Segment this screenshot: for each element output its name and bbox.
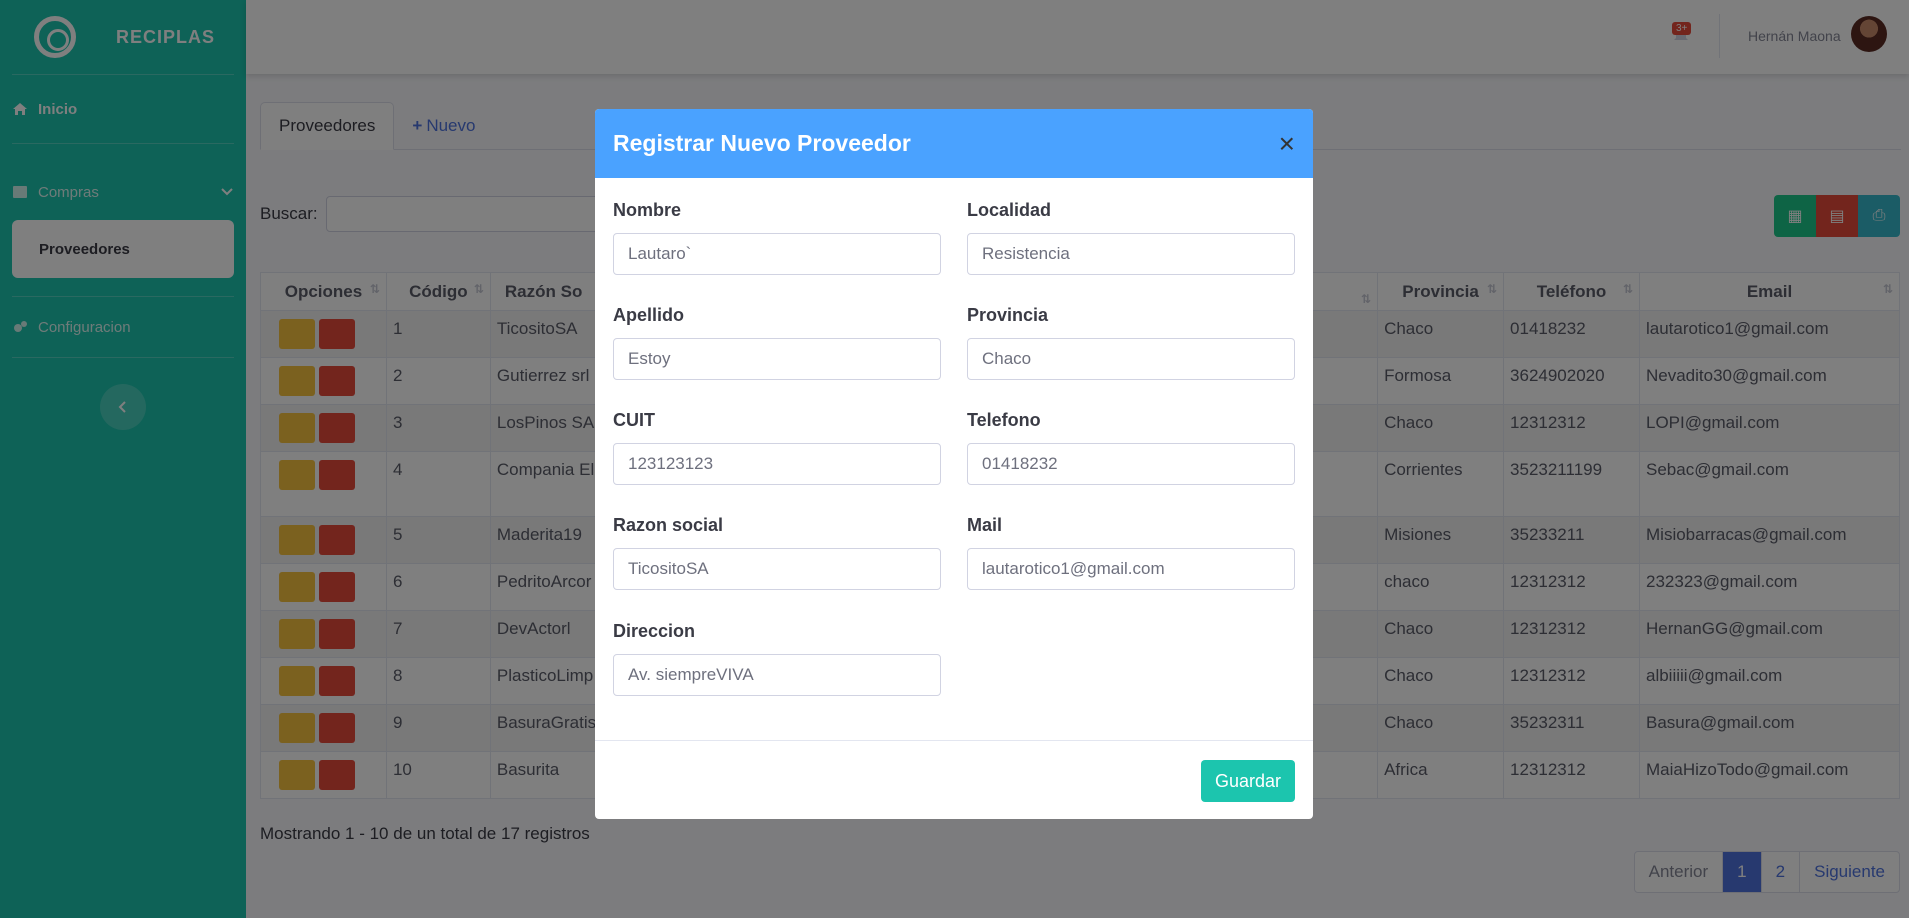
field-label: Localidad [967, 200, 1052, 220]
razon-social-input[interactable]: TicositoSA [613, 548, 941, 590]
field-label: Mail [967, 515, 1003, 535]
field-label: Apellido [613, 305, 684, 325]
field-label: CUIT [613, 410, 655, 430]
field-mail: Mail lautarotico1@gmail.com [967, 515, 1295, 590]
direccion-input[interactable]: Av. siempreVIVA [613, 654, 941, 696]
mail-input[interactable]: lautarotico1@gmail.com [967, 548, 1295, 590]
new-provider-modal: Registrar Nuevo Proveedor × Nombre Lauta… [595, 109, 1313, 819]
field-cuit: CUIT 123123123 [613, 410, 941, 485]
save-button[interactable]: Guardar [1200, 760, 1295, 802]
localidad-input[interactable]: Resistencia [967, 233, 1295, 275]
field-label: Nombre [613, 200, 682, 220]
provincia-input[interactable]: Chaco [967, 338, 1295, 380]
field-telefono: Telefono 01418232 [967, 410, 1295, 485]
modal-body: Nombre Lautaro` Localidad Resistencia Ap… [595, 178, 1313, 741]
apellido-input[interactable]: Estoy [613, 338, 941, 380]
field-label: Direccion [613, 621, 696, 641]
field-localidad: Localidad Resistencia [967, 200, 1295, 275]
field-razon-social: Razon social TicositoSA [613, 515, 941, 590]
nombre-input[interactable]: Lautaro` [613, 233, 941, 275]
field-label: Provincia [967, 305, 1049, 325]
field-nombre: Nombre Lautaro` [613, 200, 941, 275]
field-apellido: Apellido Estoy [613, 305, 941, 380]
modal-title: Registrar Nuevo Proveedor [613, 130, 911, 156]
cuit-input[interactable]: 123123123 [613, 443, 941, 485]
close-icon[interactable]: × [1279, 129, 1295, 158]
modal-header: Registrar Nuevo Proveedor × [595, 109, 1313, 178]
telefono-input[interactable]: 01418232 [967, 443, 1295, 485]
field-direccion: Direccion Av. siempreVIVA [613, 621, 941, 696]
field-label: Telefono [967, 410, 1041, 430]
modal-footer: Guardar [595, 741, 1313, 819]
field-provincia: Provincia Chaco [967, 305, 1295, 380]
field-label: Razon social [613, 515, 724, 535]
